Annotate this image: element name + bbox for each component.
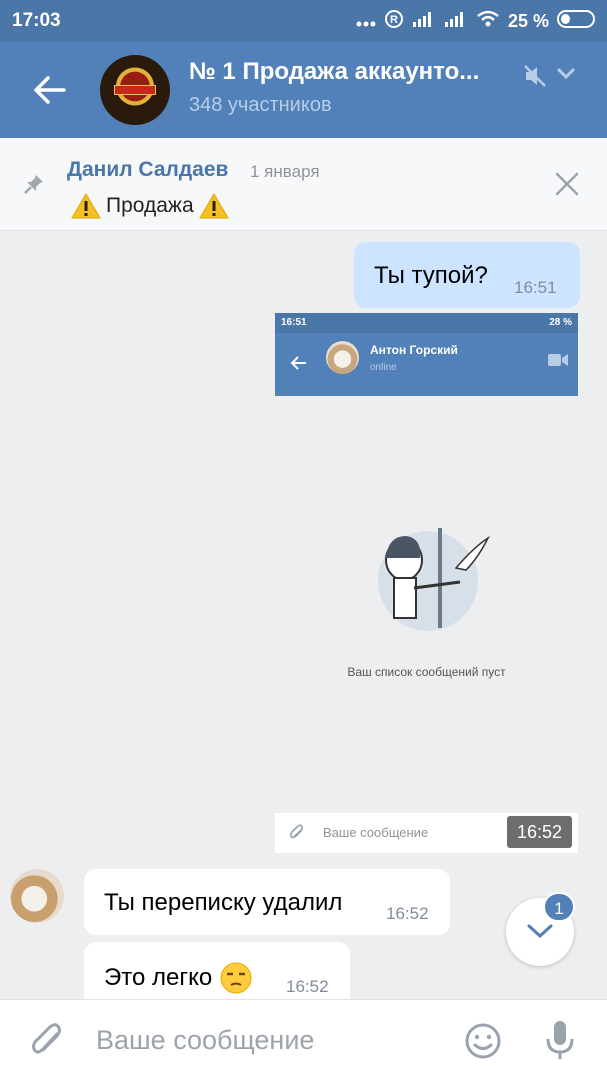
pinned-author: Данил Салдаев	[67, 158, 229, 181]
attachment-placeholder: Ваше сообщение	[323, 825, 429, 840]
chat-title[interactable]: № 1 Продажа аккаунто...	[189, 58, 511, 86]
attachment-input-bar: Ваше сообщение 16:52	[275, 813, 578, 853]
status-icons: R 25 %	[356, 9, 597, 34]
pinned-message[interactable]: Данил Салдаев 1 января Продажа	[0, 138, 607, 231]
chevron-down-icon	[527, 924, 553, 939]
contact-status: online	[370, 362, 397, 373]
attachment-battery: 28 %	[549, 317, 572, 328]
wifi-icon	[476, 10, 500, 33]
status-bar: 17:03 R 25 %	[0, 0, 607, 42]
contact-avatar	[326, 341, 359, 374]
attachment-header: Антон Горский online	[275, 333, 578, 396]
composer: Ваше сообщение	[0, 999, 607, 1080]
attachment-status-time: 16:51	[281, 317, 307, 328]
warning-icon	[71, 193, 101, 219]
attach-icon[interactable]	[30, 1022, 66, 1060]
back-arrow-icon	[290, 356, 306, 370]
back-arrow-icon[interactable]	[28, 68, 72, 112]
unread-badge: 1	[543, 892, 575, 922]
image-attachment[interactable]: 16:51 28 % Антон Горский online Ваш спис…	[275, 313, 578, 853]
contact-name: Антон Горский	[370, 343, 458, 357]
chevron-down-icon[interactable]	[556, 66, 576, 82]
mute-icon	[524, 65, 546, 87]
message-input[interactable]: Ваше сообщение	[96, 1025, 314, 1056]
attachment-time: 16:52	[507, 816, 572, 848]
signal-icon	[412, 10, 436, 33]
message-text: Ты тупой?	[374, 262, 488, 289]
pin-icon	[24, 175, 43, 194]
battery-text: 25 %	[507, 11, 549, 31]
status-time: 17:03	[12, 10, 61, 31]
members-count[interactable]: 348 участников	[189, 94, 332, 117]
empty-list-text: Ваш список сообщений пуст	[347, 665, 506, 679]
warning-icon	[198, 193, 229, 219]
empty-messages-illustration	[378, 528, 490, 631]
emoji-icon[interactable]	[464, 1022, 502, 1060]
message-text: Это легко	[104, 964, 213, 991]
battery-icon	[557, 9, 597, 34]
message-time: 16:51	[514, 278, 557, 297]
message-outgoing[interactable]: Ты тупой? 16:51	[354, 242, 580, 308]
avatar-ribbon	[114, 85, 156, 95]
attachment-status-bar: 16:51 28 %	[275, 313, 578, 333]
message-time: 16:52	[386, 904, 429, 923]
svg-text:R: R	[390, 14, 398, 26]
microphone-icon[interactable]	[543, 1019, 577, 1061]
pinned-text-row: Продажа	[70, 192, 230, 220]
message-text-row: Это легко	[104, 962, 252, 994]
close-icon[interactable]	[554, 171, 580, 197]
chat-avatar[interactable]	[100, 55, 170, 125]
pinned-date: 1 января	[250, 162, 320, 181]
more-dots-icon	[356, 11, 376, 32]
message-time: 16:52	[286, 977, 329, 996]
chat-header: № 1 Продажа аккаунто... 348 участников	[0, 42, 607, 138]
pinned-text: Продажа	[106, 194, 194, 217]
signal-icon-2	[444, 10, 468, 33]
unamused-emoji-icon	[220, 962, 252, 994]
registered-icon: R	[384, 9, 404, 34]
message-text: Ты переписку удалил	[104, 889, 343, 916]
message-incoming[interactable]: Ты переписку удалил 16:52	[84, 869, 450, 935]
video-call-icon	[548, 354, 568, 366]
sender-avatar[interactable]	[10, 869, 64, 923]
attach-icon	[289, 824, 304, 839]
